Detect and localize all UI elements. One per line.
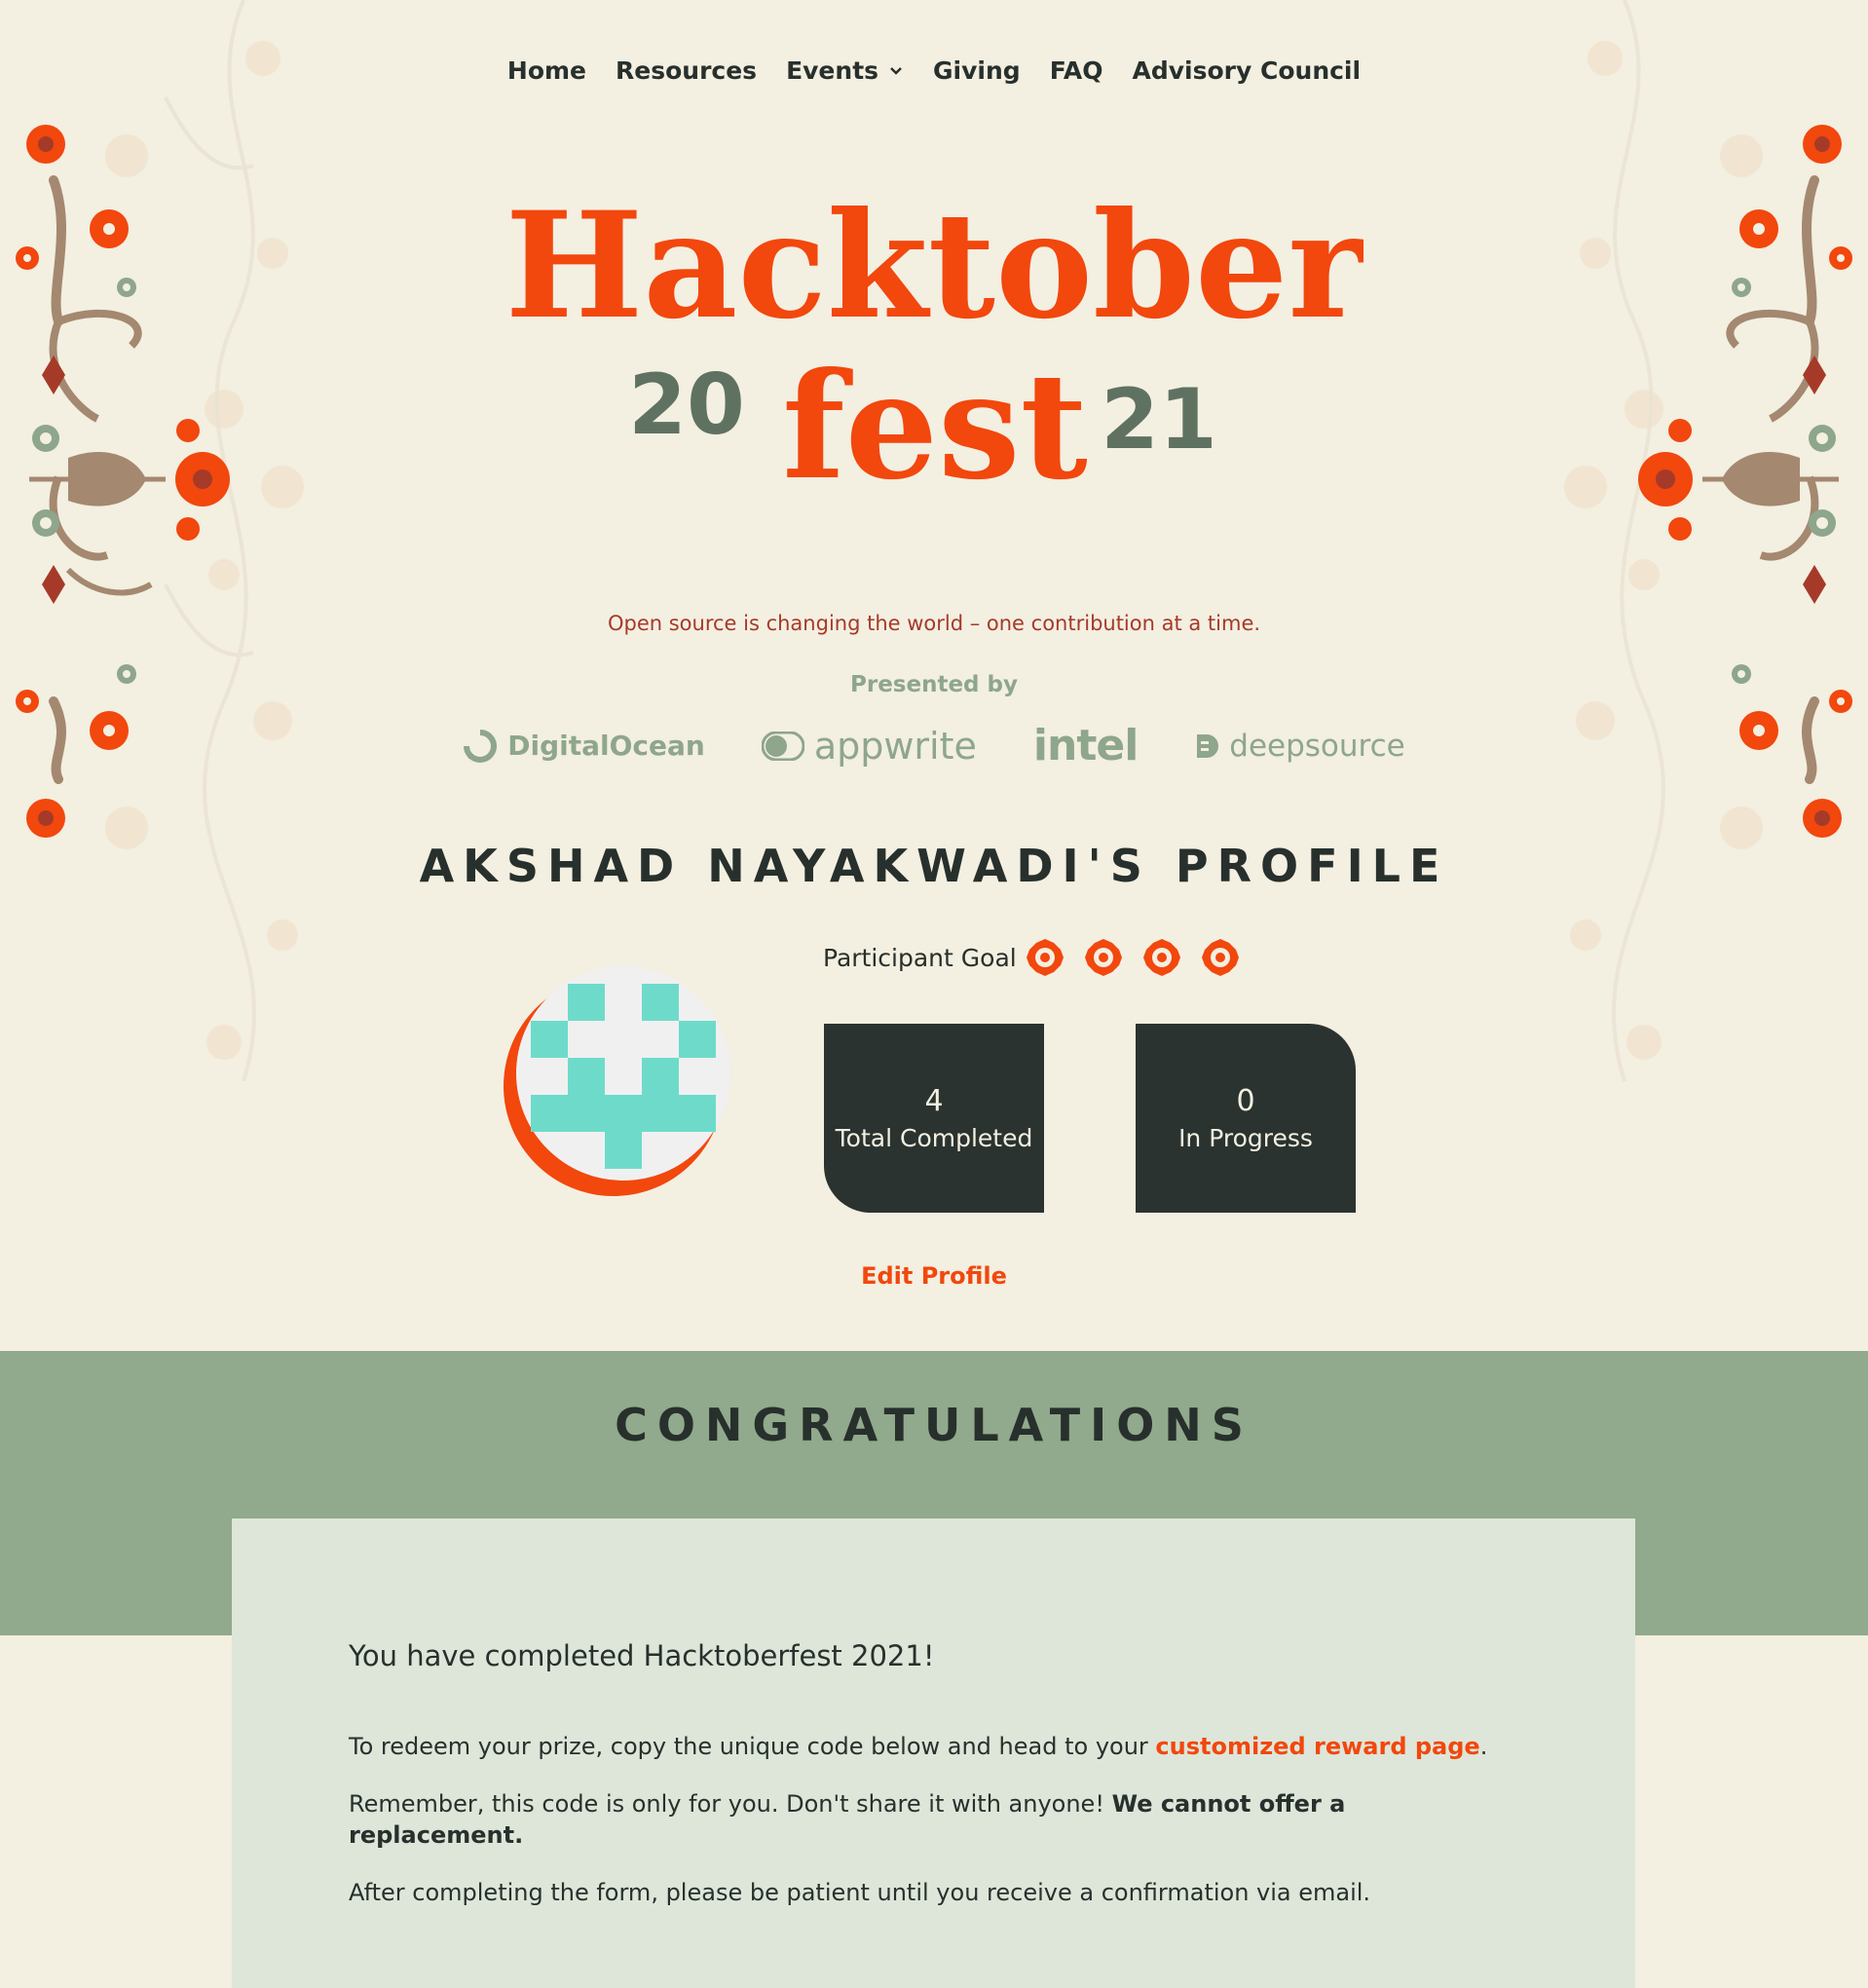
nav-label: Events (786, 56, 879, 85)
nav-label: Home (506, 56, 587, 85)
flower-badge-icon (1201, 939, 1239, 976)
profile-title: AKSHAD NAYAKWADI'S PROFILE (419, 840, 1449, 892)
floral-ornament-right (1564, 0, 1852, 1081)
deepsource-icon (1197, 733, 1219, 758)
patience-paragraph: After completing the form, please be pat… (349, 1879, 1371, 1906)
sponsor-name: intel (1032, 721, 1139, 770)
nav-resources[interactable]: Resources (616, 56, 757, 85)
flower-badge-icon (1084, 939, 1122, 976)
edit-profile-link[interactable]: Edit Profile (0, 1262, 1868, 1290)
digitalocean-icon (464, 729, 498, 763)
floral-ornament-left (16, 0, 304, 1081)
sponsor-deepsource[interactable]: deepsource (1194, 728, 1405, 764)
chevron-down-icon (890, 66, 902, 75)
redeem-text: To redeem your prize, copy the unique co… (349, 1733, 1156, 1760)
nav-label: Advisory Council (1132, 56, 1362, 85)
total-completed-value: 4 (924, 1084, 944, 1118)
appwrite-icon (761, 731, 804, 761)
logo-year-left: 20 (628, 356, 745, 454)
warning-text: Remember, this code is only for you. Don… (349, 1790, 1112, 1818)
goal-label: Participant Goal (823, 943, 1017, 972)
nav-giving[interactable]: Giving (933, 56, 1021, 85)
logo-year-right: 21 (1101, 371, 1217, 469)
congrats-title: CONGRATULATIONS (615, 1399, 1253, 1451)
sponsor-name: appwrite (813, 724, 977, 768)
nav-advisory-council[interactable]: Advisory Council (1133, 56, 1362, 85)
participant-goal: Participant Goal (823, 937, 1241, 978)
sponsor-name: DigitalOcean (507, 730, 705, 762)
congrats-card: You have completed Hacktoberfest 2021! T… (232, 1519, 1635, 1988)
flower-badge-icon (1026, 939, 1064, 976)
warning-paragraph: Remember, this code is only for you. Don… (349, 1788, 1518, 1851)
total-completed-card: 4 Total Completed (824, 1024, 1044, 1213)
nav-home[interactable]: Home (507, 56, 586, 85)
nav-label: Resources (616, 56, 758, 85)
main-nav: Home Resources Events Giving FAQ Advisor… (0, 56, 1868, 85)
in-progress-value: 0 (1236, 1084, 1255, 1118)
flower-badge-icon (1142, 939, 1180, 976)
total-completed-label: Total Completed (835, 1124, 1033, 1152)
avatar (504, 966, 730, 1196)
nav-label: FAQ (1049, 56, 1103, 85)
sponsor-logos: DigitalOcean appwrite intel deepsource (0, 721, 1868, 770)
redeem-text-end: . (1479, 1733, 1488, 1760)
congrats-heading: You have completed Hacktoberfest 2021! (349, 1639, 935, 1672)
hacktoberfest-logo: Hacktober fest 20 21 (506, 185, 1364, 512)
in-progress-card: 0 In Progress (1136, 1024, 1356, 1213)
nav-faq[interactable]: FAQ (1050, 56, 1103, 85)
sponsor-name: deepsource (1229, 728, 1405, 764)
logo-line1: Hacktober (506, 185, 1364, 352)
logo-line2: fest (782, 341, 1088, 512)
goal-flowers (1025, 937, 1241, 978)
nav-events[interactable]: Events (786, 56, 904, 85)
sponsor-intel[interactable]: intel (1032, 721, 1139, 770)
presented-by-label: Presented by (850, 672, 1018, 697)
tagline: Open source is changing the world – one … (607, 612, 1261, 635)
in-progress-label: In Progress (1178, 1124, 1313, 1152)
sponsor-appwrite[interactable]: appwrite (761, 724, 977, 768)
nav-label: Giving (933, 56, 1021, 85)
sponsor-digitalocean[interactable]: DigitalOcean (463, 729, 705, 764)
redeem-paragraph: To redeem your prize, copy the unique co… (349, 1731, 1518, 1762)
reward-page-link[interactable]: customized reward page (1155, 1733, 1479, 1760)
